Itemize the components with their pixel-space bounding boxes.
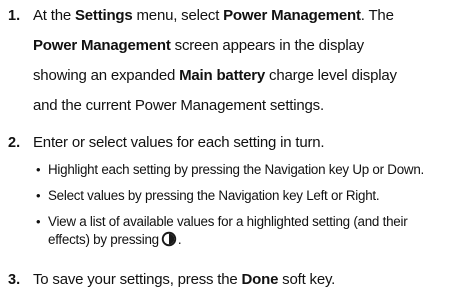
bullet-icon: • bbox=[36, 188, 41, 203]
main-battery-label: Main battery bbox=[179, 67, 266, 84]
step-1-line-1: At the Settings menu, select Power Manag… bbox=[33, 1, 463, 31]
text-run: To save your settings, press the bbox=[33, 271, 242, 288]
step-3-text: To save your settings, press the Done so… bbox=[33, 270, 463, 290]
bullet-icon: • bbox=[36, 162, 41, 177]
step-number: 1. bbox=[8, 8, 21, 24]
settings-menu-label: Settings bbox=[74, 7, 133, 24]
power-management-label: Power Management bbox=[33, 37, 171, 54]
navigation-center-key-icon bbox=[161, 231, 177, 247]
step-number: 3. bbox=[8, 272, 21, 288]
text-run: effects) by pressing bbox=[48, 232, 159, 247]
text-run: . The bbox=[360, 7, 394, 24]
bullet-text: Select values by pressing the Navigation… bbox=[48, 188, 380, 203]
step-1-text: At the Settings menu, select Power Manag… bbox=[33, 1, 463, 121]
text-run: showing an expanded bbox=[33, 67, 180, 84]
step-1-line-4: and the current Power Management setting… bbox=[33, 97, 324, 114]
done-softkey-label: Done bbox=[241, 271, 279, 288]
text-run: soft key. bbox=[278, 271, 336, 288]
instructions-page: 1. At the Settings menu, select Power Ma… bbox=[0, 0, 466, 296]
text-run: charge level display bbox=[265, 67, 397, 84]
text-run: menu, select bbox=[132, 7, 224, 24]
bullet-text: Highlight each setting by pressing the N… bbox=[48, 162, 425, 177]
step-number: 2. bbox=[8, 135, 21, 151]
step-1-line-3: showing an expanded Main battery charge … bbox=[33, 61, 463, 91]
step-2-text: Enter or select values for each setting … bbox=[33, 134, 325, 151]
text-run: screen appears in the display bbox=[170, 37, 365, 54]
text-run: View a list of available values for a hi… bbox=[48, 214, 408, 229]
text-run: . bbox=[177, 232, 182, 247]
bullet-icon: • bbox=[36, 214, 41, 229]
step-1-line-2: Power Management screen appears in the d… bbox=[33, 31, 463, 61]
bullet-text: View a list of available values for a hi… bbox=[48, 213, 462, 249]
text-run: At the bbox=[33, 7, 75, 24]
power-management-label: Power Management bbox=[223, 7, 361, 24]
